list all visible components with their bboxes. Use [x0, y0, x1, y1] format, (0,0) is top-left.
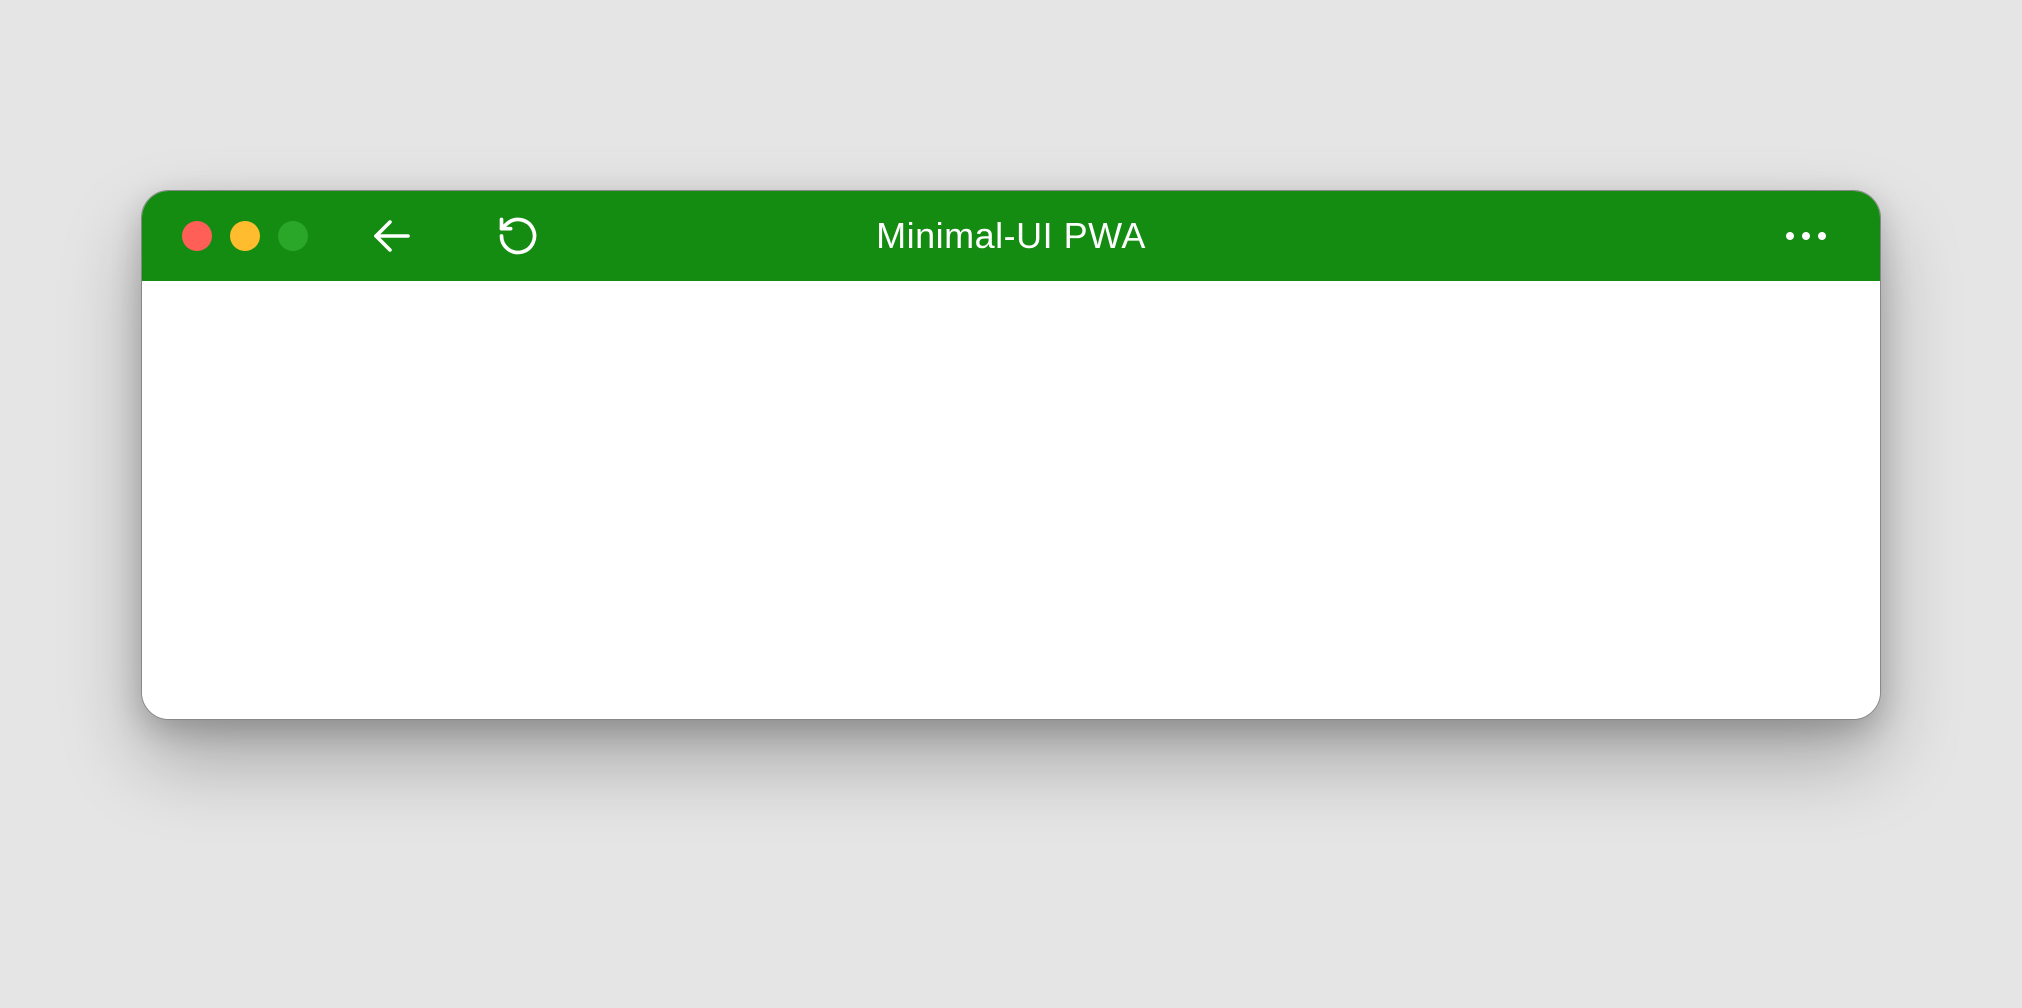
reload-button[interactable] [496, 214, 540, 258]
more-menu-icon [1786, 232, 1794, 240]
back-button[interactable] [368, 212, 416, 260]
more-menu-icon [1818, 232, 1826, 240]
back-arrow-icon [368, 212, 416, 260]
maximize-button[interactable] [278, 221, 308, 251]
more-menu-icon [1802, 232, 1810, 240]
content-area [142, 281, 1880, 719]
minimize-button[interactable] [230, 221, 260, 251]
more-menu-button[interactable] [1782, 232, 1840, 240]
reload-icon [496, 214, 540, 258]
close-button[interactable] [182, 221, 212, 251]
traffic-lights [182, 221, 308, 251]
app-window: Minimal-UI PWA [141, 190, 1881, 720]
titlebar: Minimal-UI PWA [142, 191, 1880, 281]
window-title: Minimal-UI PWA [876, 215, 1146, 257]
nav-controls [368, 212, 540, 260]
